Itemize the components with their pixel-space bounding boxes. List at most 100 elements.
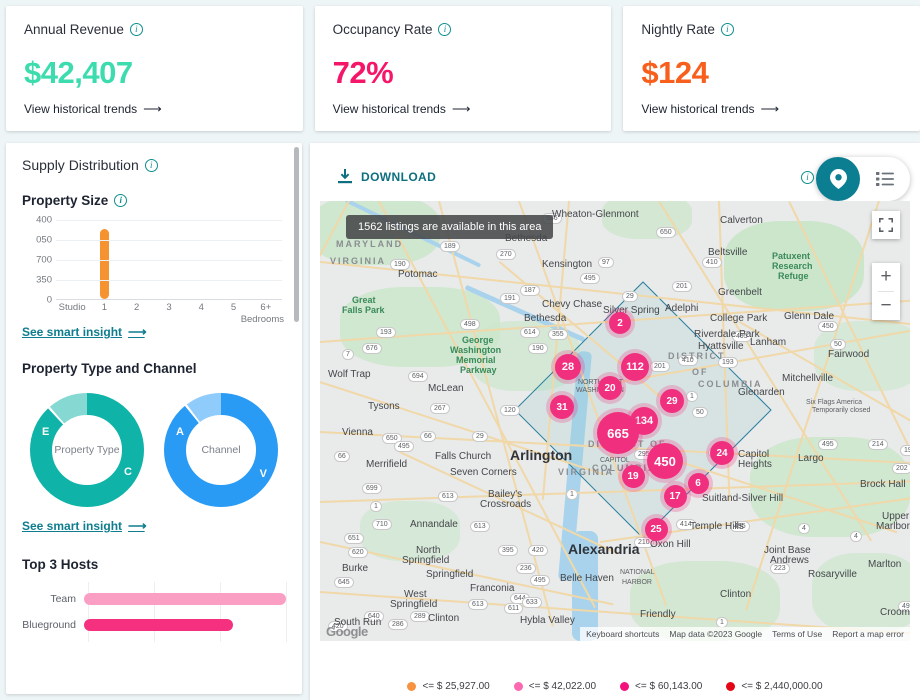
map-cluster-marker[interactable]: 25 — [644, 517, 668, 541]
y-axis-tick: 700 — [36, 254, 52, 266]
download-button[interactable]: DOWNLOAD — [338, 169, 436, 184]
map-cluster-marker[interactable]: 450 — [647, 443, 683, 479]
route-shield: 614 — [520, 327, 540, 338]
x-axis-tick: 1 — [101, 302, 108, 313]
map-place-label: Beltsville — [708, 247, 748, 258]
info-icon[interactable]: i — [144, 158, 158, 172]
kpi-header: Occupancy Rate i — [333, 22, 594, 37]
route-shield: 355 — [548, 329, 568, 340]
grid-line — [56, 240, 282, 241]
route-shield: 1 — [566, 489, 578, 500]
download-label: DOWNLOAD — [361, 169, 437, 184]
see-smart-insight-link-size[interactable]: See smart insight ⟶ — [22, 324, 147, 340]
arrow-right-icon: ⟶ — [128, 518, 147, 533]
route-shield: 66 — [420, 431, 436, 442]
y-axis-tick: 350 — [36, 274, 52, 286]
map-data-credit: Map data ©2023 Google — [669, 629, 763, 639]
map-cluster-marker[interactable]: 28 — [555, 354, 581, 380]
route-shield: 29 — [472, 431, 488, 442]
map-cluster-marker[interactable]: 19 — [621, 464, 645, 488]
map-cluster-marker[interactable]: 31 — [550, 395, 574, 419]
info-icon[interactable]: i — [801, 171, 814, 184]
map-place-label: Hybla Valley — [520, 615, 575, 626]
property-size-title: Property Size — [22, 193, 109, 208]
map-view-toggle[interactable] — [816, 157, 860, 201]
route-shield: 495 — [394, 441, 414, 452]
google-watermark: Google — [326, 624, 368, 639]
route-shield: 29 — [622, 291, 638, 302]
legend-item: <= $ 25,927.00 — [407, 681, 490, 692]
map-cluster-marker[interactable]: 20 — [598, 376, 622, 400]
info-icon[interactable]: i — [129, 23, 143, 36]
route-shield: 410 — [702, 257, 722, 268]
panel-title-row: Supply Distribution i — [22, 157, 286, 173]
host-bar[interactable] — [84, 593, 286, 605]
kpi-card-annual-revenue: Annual Revenue i $42,407 View historical… — [6, 6, 303, 131]
host-bar-track — [84, 612, 286, 638]
route-shield: 97 — [598, 257, 614, 268]
route-shield: 189 — [440, 241, 460, 252]
zoom-in-button[interactable]: + — [872, 263, 900, 291]
route-shield: 495 — [818, 439, 838, 450]
route-shield: 286 — [388, 619, 408, 630]
map-canvas[interactable]: 5866501891902709749520118719129410355614… — [320, 201, 910, 641]
info-icon[interactable]: i — [114, 194, 128, 207]
route-shield: 651 — [344, 533, 364, 544]
route-shield: 190 — [528, 343, 548, 354]
map-cluster-marker[interactable]: 112 — [621, 353, 649, 381]
report-map-error-link[interactable]: Report a map error — [832, 629, 904, 639]
terms-of-use-link[interactable]: Terms of Use — [772, 629, 822, 639]
grid-line — [56, 220, 282, 221]
zoom-out-button[interactable]: − — [872, 292, 900, 320]
route-shield: 613 — [438, 491, 458, 502]
arrow-right-icon: ⟶ — [128, 324, 147, 339]
view-historical-trends-link[interactable]: View historical trends ⟶ — [24, 101, 162, 117]
map-place-label: Merrifield — [366, 459, 408, 470]
zoom-controls: + − — [872, 263, 900, 320]
host-name: Blueground — [22, 619, 76, 631]
view-historical-trends-link[interactable]: View historical trends ⟶ — [641, 101, 779, 117]
kpi-value: $124 — [641, 55, 709, 90]
fullscreen-icon — [879, 218, 893, 232]
map-place-label: Great — [352, 295, 376, 305]
panel-scrollbar[interactable] — [294, 147, 299, 322]
fullscreen-button[interactable] — [872, 211, 900, 239]
route-shield: 495 — [580, 273, 600, 284]
info-icon[interactable]: i — [720, 23, 734, 36]
map-cluster-marker[interactable]: 6 — [687, 472, 709, 494]
route-shield: 267 — [430, 403, 450, 414]
property-type-donut[interactable]: Property Type E C — [27, 390, 147, 510]
map-place-label: Kensington — [542, 259, 593, 270]
donut-center-label: Property Type — [54, 444, 120, 456]
map-cluster-marker[interactable]: 29 — [660, 389, 684, 413]
map-place-label: Friendly — [640, 609, 676, 620]
map-cluster-marker[interactable]: 17 — [663, 484, 687, 508]
route-shield: 236 — [516, 563, 536, 574]
y-axis-tick: 400 — [36, 214, 52, 226]
list-view-toggle[interactable] — [860, 172, 910, 186]
property-size-chart: 400 050 700 350 0 Studio 1 2 3 4 5 6+ Bedrooms — [22, 215, 286, 326]
map-place-label: Franconia — [470, 583, 515, 594]
channel-donut[interactable]: Channel A V — [161, 390, 281, 510]
map-place-label: Oxon Hill — [650, 539, 691, 550]
map-cluster-marker[interactable]: 2 — [609, 312, 631, 334]
info-icon[interactable]: i — [438, 23, 452, 36]
host-bar[interactable] — [84, 619, 234, 631]
map-place-label: Brock Hall — [860, 479, 906, 490]
map-place-label: Largo — [798, 453, 824, 464]
map-cluster-marker[interactable]: 665 — [597, 412, 639, 454]
map-pin-icon — [829, 169, 847, 189]
map-place-label: Clinton — [428, 613, 460, 624]
x-axis-tick: 3 — [166, 302, 172, 313]
map-cluster-marker[interactable]: 24 — [710, 441, 734, 465]
keyboard-shortcuts-link[interactable]: Keyboard shortcuts — [586, 629, 659, 639]
legend-label: <= $ 60,143.00 — [635, 681, 703, 692]
donut-segment-label-v: V — [259, 468, 267, 480]
see-smart-insight-link-type[interactable]: See smart insight ⟶ — [22, 518, 147, 534]
host-row: Team — [22, 586, 286, 612]
map-place-label: Chevy Chase — [542, 299, 603, 310]
map-place-label: Washington — [450, 345, 502, 355]
view-historical-trends-link[interactable]: View historical trends ⟶ — [333, 101, 471, 117]
route-shield: 620 — [348, 547, 368, 558]
map-place-label: Rosaryville — [808, 569, 857, 580]
